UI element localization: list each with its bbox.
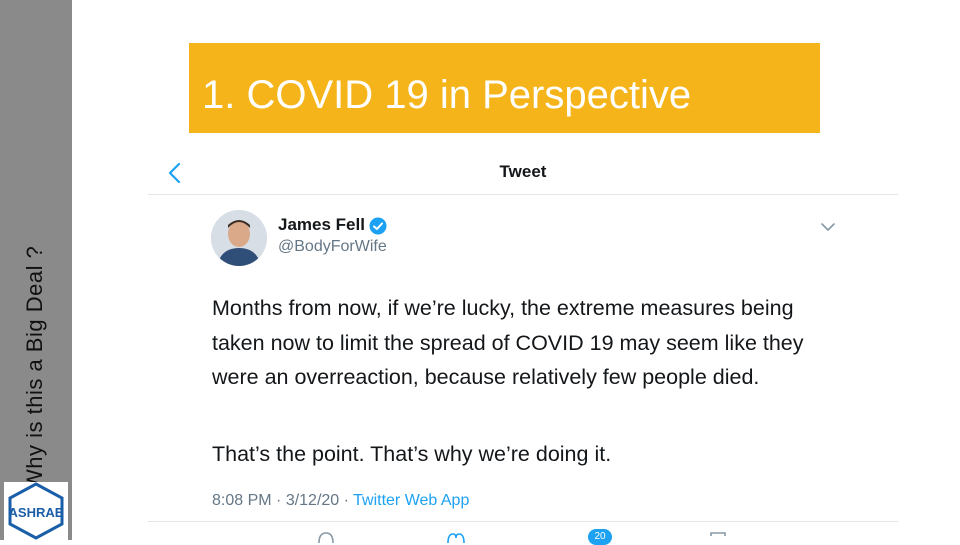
title-banner: 1. COVID 19 in Perspective (189, 43, 820, 133)
tweet-source-link[interactable]: Twitter Web App (353, 492, 469, 509)
action-count-badge: 20 (588, 529, 612, 545)
meta-separator: · (271, 492, 286, 509)
avatar-image (211, 210, 267, 266)
ashrae-logo: ASHRAE (4, 482, 68, 540)
tweet-header: Tweet (148, 152, 898, 195)
reply-icon[interactable] (316, 531, 336, 543)
divider (148, 521, 898, 522)
tweet-header-title: Tweet (499, 162, 547, 181)
tweet-text-paragraph-2: That’s the point. That’s why we’re doing… (212, 442, 612, 466)
like-icon[interactable] (446, 531, 466, 543)
chevron-down-icon[interactable] (820, 220, 836, 234)
tweet-text-paragraph-1: Months from now, if we’re lucky, the ext… (212, 296, 804, 389)
avatar[interactable] (211, 210, 267, 266)
svg-text:ASHRAE: ASHRAE (9, 505, 64, 520)
share-icon[interactable] (708, 531, 728, 543)
slide-title: 1. COVID 19 in Perspective (202, 73, 692, 117)
tweet-meta: 8:08 PM · 3/12/20 · Twitter Web App (212, 492, 469, 510)
tweet-date[interactable]: 3/12/20 (286, 492, 339, 509)
side-title: Why is this a Big Deal ? (22, 245, 47, 490)
sidebar: Why is this a Big Deal ? ASHRAE (0, 0, 72, 540)
verified-icon (369, 217, 387, 235)
author-handle[interactable]: @Body​ForWife (278, 238, 387, 256)
author-name[interactable]: James Fell (278, 215, 365, 235)
meta-separator: · (339, 492, 354, 509)
tweet-time[interactable]: 8:08 PM (212, 492, 272, 509)
